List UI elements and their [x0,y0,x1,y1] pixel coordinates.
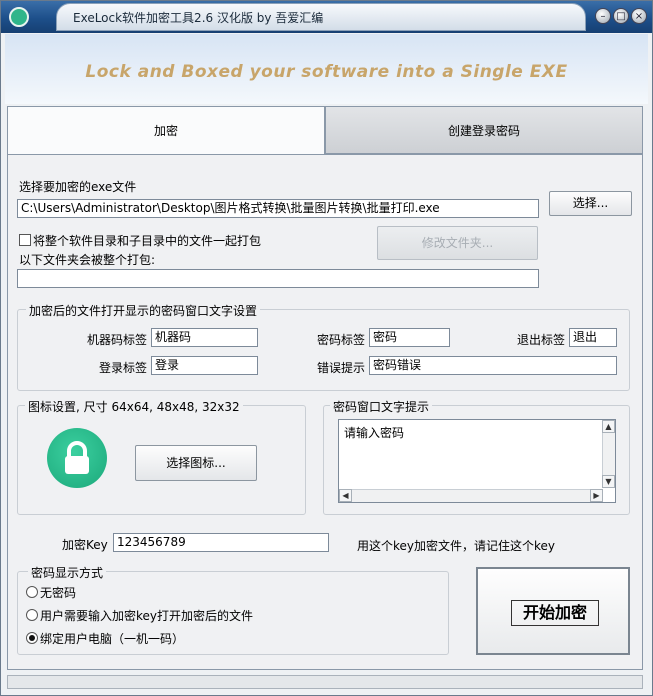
close-button[interactable]: × [631,8,647,24]
modify-folder-button[interactable]: 修改文件夹... [377,226,538,260]
status-bar [7,675,643,689]
radio-no-password-label: 无密码 [40,586,77,600]
tab-create-login-password[interactable]: 创建登录密码 [325,106,643,154]
password-prompt-textarea[interactable]: 请输入密码 ▲ ▼ ◀ ▶ [338,419,616,503]
radio-bind-computer-label: 绑定用户电脑（一机一码） [40,632,185,646]
machine-code-label: 机器码标签 [87,333,148,347]
scroll-left-icon[interactable]: ◀ [339,489,352,502]
password-window-text-group [17,309,630,391]
exit-label-input[interactable]: 退出 [569,328,617,347]
encrypt-key-label: 加密Key [62,538,108,552]
select-exe-button[interactable]: 选择... [549,191,632,216]
scroll-right-icon[interactable]: ▶ [590,489,603,502]
lock-preview-icon [47,428,107,488]
lock-app-icon[interactable] [9,7,29,27]
password-window-text-title: 加密后的文件打开显示的密码窗口文字设置 [26,302,261,319]
error-prompt-input[interactable]: 密码错误 [369,356,617,375]
banner: Lock and Boxed your software into a Sing… [5,34,648,104]
exit-label-caption: 退出标签 [517,333,566,347]
password-prompt-text: 请输入密码 [344,426,405,440]
packed-folders-input[interactable] [17,269,539,288]
login-label-input[interactable]: 登录 [151,356,258,375]
start-encrypt-button[interactable]: 开始加密 [476,567,630,655]
password-prompt-title: 密码窗口文字提示 [330,398,433,415]
packed-folders-label: 以下文件夹会被整个打包: [19,253,156,267]
scroll-down-icon[interactable]: ▼ [602,475,615,488]
restore-button[interactable]: □ [613,8,629,24]
radio-no-password[interactable] [26,586,38,598]
exe-file-label: 选择要加密的exe文件 [19,180,137,194]
select-icon-button[interactable]: 选择图标... [135,445,257,481]
include-folders-checkbox[interactable] [19,234,31,246]
exe-path-input[interactable]: C:\Users\Administrator\Desktop\图片格式转换\批量… [17,199,539,218]
minimize-button[interactable]: – [595,8,611,24]
radio-bind-computer[interactable] [26,632,38,644]
scroll-up-icon[interactable]: ▲ [602,420,615,433]
banner-text: Lock and Boxed your software into a Sing… [85,62,568,82]
title-bar[interactable]: ExeLock软件加密工具2.6 汉化版 by 吾爱汇编 – □ × [1,1,652,33]
password-label-caption: 密码标签 [317,333,366,347]
start-encrypt-label: 开始加密 [511,600,599,626]
include-folders-label: 将整个软件目录和子目录中的文件一起打包 [33,234,262,248]
encrypt-key-hint: 用这个key加密文件，请记住这个key [357,539,556,553]
icon-settings-title: 图标设置, 尺寸 64x64, 48x48, 32x32 [25,398,243,415]
radio-key-password-label: 用户需要输入加密key打开加密后的文件 [40,609,254,623]
radio-key-password[interactable] [26,609,38,621]
machine-code-input[interactable]: 机器码 [151,328,258,347]
tab-encrypt[interactable]: 加密 [7,106,325,154]
error-prompt-caption: 错误提示 [317,361,366,375]
login-label-caption: 登录标签 [99,361,148,375]
password-mode-title: 密码显示方式 [28,564,107,581]
exelock-window: ExeLock软件加密工具2.6 汉化版 by 吾爱汇编 – □ × Lock … [0,0,653,696]
window-title: ExeLock软件加密工具2.6 汉化版 by 吾爱汇编 [73,11,324,25]
password-label-input[interactable]: 密码 [369,328,450,347]
encrypt-key-input[interactable]: 123456789 [113,533,329,552]
horizontal-scrollbar[interactable] [339,489,603,502]
